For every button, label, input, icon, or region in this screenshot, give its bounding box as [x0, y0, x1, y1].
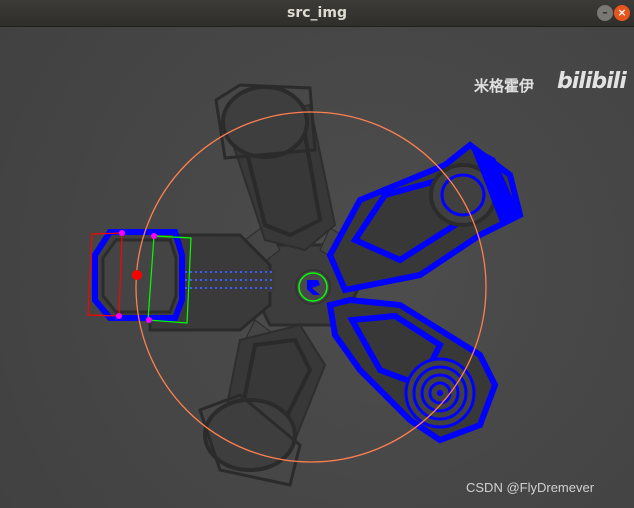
- marker-point: [119, 230, 125, 236]
- watermark-author: 米格霍伊: [474, 77, 535, 95]
- marker-point: [146, 317, 152, 323]
- concentric-rings: [404, 357, 476, 429]
- arm-lower-right: [326, 296, 499, 444]
- marker-point: [116, 313, 122, 319]
- title-bar[interactable]: src_img – ×: [0, 0, 634, 27]
- arm-top: [214, 83, 337, 252]
- window-title: src_img: [287, 5, 347, 21]
- marker-point: [151, 233, 157, 239]
- center-marker: [132, 270, 142, 280]
- scene-svg: [87, 83, 524, 487]
- image-canvas: 米格霍伊 bilibili: [0, 27, 634, 508]
- app-window: src_img – × 米格霍伊 bilibili CSDN @FlyDreme…: [0, 0, 634, 508]
- center-emblem: [295, 269, 331, 305]
- bilibili-logo: bilibili: [557, 69, 627, 94]
- watermark-csdn: CSDN @FlyDremever: [466, 480, 595, 495]
- minimize-icon[interactable]: –: [597, 5, 613, 21]
- arm-bottom: [198, 323, 327, 487]
- arm-upper-right: [326, 141, 524, 294]
- close-icon[interactable]: ×: [614, 5, 630, 21]
